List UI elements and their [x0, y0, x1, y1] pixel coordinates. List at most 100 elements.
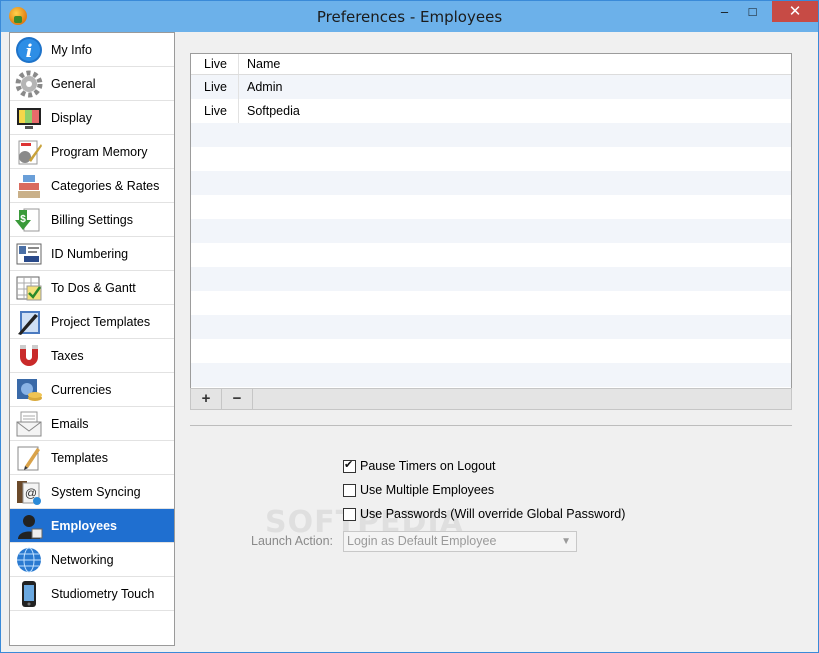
employees-panel: Live Name Live Admin Live Softpedia + − … — [175, 32, 816, 650]
empty-row — [191, 291, 791, 315]
sidebar-item-taxes[interactable]: Taxes — [10, 339, 174, 373]
divider — [190, 425, 792, 426]
checkbox-unchecked[interactable] — [343, 483, 356, 497]
table-toolbar: + − — [190, 388, 792, 410]
table-row[interactable]: Live Admin — [191, 75, 791, 99]
template-icon — [14, 443, 44, 473]
globe-icon — [14, 545, 44, 575]
cell-live: Live — [191, 99, 239, 123]
cell-name: Softpedia — [247, 104, 300, 118]
pause-timers-checkbox[interactable]: Pause Timers on Logout — [343, 458, 496, 473]
sidebar-item-currencies[interactable]: Currencies — [10, 373, 174, 407]
sidebar-item-categories-rates[interactable]: Categories & Rates — [10, 169, 174, 203]
checkbox-label: Use Passwords (Will override Global Pass… — [360, 507, 626, 521]
sidebar-item-todos-gantt[interactable]: To Dos & Gantt — [10, 271, 174, 305]
sidebar-item-label: Display — [51, 110, 92, 125]
sidebar-item-label: Currencies — [51, 382, 112, 397]
todo-icon — [14, 273, 44, 303]
checkbox-label: Use Multiple Employees — [360, 483, 495, 497]
gear-icon — [14, 69, 44, 99]
sidebar-item-label: Program Memory — [51, 144, 148, 159]
sidebar-item-studiometry-touch[interactable]: Studiometry Touch — [10, 577, 174, 611]
sync-icon: @ — [14, 477, 44, 507]
sidebar-item-label: My Info — [51, 42, 92, 57]
magnet-icon — [14, 341, 44, 371]
sidebar-item-label: General — [51, 76, 96, 91]
billing-icon: $ — [14, 205, 44, 235]
empty-row — [191, 195, 791, 219]
currency-icon — [14, 375, 44, 405]
close-button[interactable]: ✕ — [772, 1, 818, 22]
sidebar-item-label: System Syncing — [51, 484, 141, 499]
sidebar-item-label: Networking — [51, 552, 114, 567]
sidebar-item-display[interactable]: Display — [10, 101, 174, 135]
checkbox-label: Pause Timers on Logout — [360, 459, 496, 473]
sidebar-item-general[interactable]: General — [10, 67, 174, 101]
empty-row — [191, 243, 791, 267]
sidebar-item-label: Templates — [51, 450, 108, 465]
sidebar-item-label: Studiometry Touch — [51, 586, 155, 601]
empty-row — [191, 147, 791, 171]
title-bar: Preferences - Employees – □ ✕ — [1, 1, 818, 32]
phone-icon — [14, 579, 44, 609]
empty-row — [191, 363, 791, 387]
empty-row — [191, 315, 791, 339]
id-card-icon — [14, 239, 44, 269]
svg-text:i: i — [26, 41, 33, 62]
envelope-icon — [14, 409, 44, 439]
preferences-sidebar: i My Info General Display Program Memory… — [9, 32, 175, 646]
memory-icon — [14, 137, 44, 167]
sidebar-item-label: Project Templates — [51, 314, 151, 329]
table-body: Live Admin Live Softpedia — [191, 75, 791, 387]
empty-row — [191, 123, 791, 147]
svg-text:$: $ — [20, 214, 26, 225]
sidebar-item-templates[interactable]: Templates — [10, 441, 174, 475]
sidebar-item-label: To Dos & Gantt — [51, 280, 136, 295]
employees-table[interactable]: Live Name Live Admin Live Softpedia — [190, 53, 792, 389]
chevron-down-icon: ▼ — [561, 536, 571, 547]
sidebar-item-id-numbering[interactable]: ID Numbering — [10, 237, 174, 271]
maximize-button[interactable]: □ — [739, 1, 766, 22]
sidebar-item-my-info[interactable]: i My Info — [10, 33, 174, 67]
sidebar-item-label: Employees — [51, 518, 118, 533]
sidebar-item-networking[interactable]: Networking — [10, 543, 174, 577]
multiple-employees-checkbox[interactable]: Use Multiple Employees — [343, 483, 494, 497]
info-icon: i — [14, 35, 44, 65]
project-templates-icon — [14, 307, 44, 337]
cell-name: Admin — [247, 80, 283, 94]
cell-live: Live — [191, 75, 239, 99]
sidebar-item-label: Emails — [51, 416, 89, 431]
sidebar-item-emails[interactable]: Emails — [10, 407, 174, 441]
employee-icon — [14, 511, 44, 541]
sidebar-item-project-templates[interactable]: Project Templates — [10, 305, 174, 339]
column-header-live[interactable]: Live — [191, 54, 239, 74]
table-header: Live Name — [191, 54, 791, 75]
sidebar-item-label: Taxes — [51, 348, 84, 363]
launch-action-value: Login as Default Employee — [347, 534, 497, 548]
sidebar-item-label: ID Numbering — [51, 246, 129, 261]
categories-icon — [14, 171, 44, 201]
window-title: Preferences - Employees — [316, 8, 503, 26]
empty-row — [191, 267, 791, 291]
remove-employee-button[interactable]: − — [222, 389, 253, 409]
empty-row — [191, 339, 791, 363]
preferences-window: Preferences - Employees – □ ✕ i My Info … — [0, 0, 819, 653]
table-row[interactable]: Live Softpedia — [191, 99, 791, 123]
empty-row — [191, 219, 791, 243]
launch-action-label: Launch Action: — [251, 534, 334, 548]
launch-action-select[interactable]: Login as Default Employee ▼ — [343, 531, 577, 552]
sidebar-item-employees[interactable]: Employees — [10, 509, 174, 543]
add-employee-button[interactable]: + — [191, 389, 222, 409]
sidebar-item-billing-settings[interactable]: $ Billing Settings — [10, 203, 174, 237]
minimize-button[interactable]: – — [711, 1, 738, 22]
monitor-icon — [14, 103, 44, 133]
sidebar-item-label: Billing Settings — [51, 212, 133, 227]
use-passwords-checkbox[interactable]: Use Passwords (Will override Global Pass… — [343, 507, 625, 521]
checkbox-unchecked[interactable] — [343, 507, 356, 521]
sidebar-item-program-memory[interactable]: Program Memory — [10, 135, 174, 169]
empty-row — [191, 171, 791, 195]
checkbox-checked[interactable] — [343, 458, 356, 473]
sidebar-item-system-syncing[interactable]: @ System Syncing — [10, 475, 174, 509]
column-header-name[interactable]: Name — [239, 57, 280, 71]
sidebar-item-label: Categories & Rates — [51, 178, 160, 193]
